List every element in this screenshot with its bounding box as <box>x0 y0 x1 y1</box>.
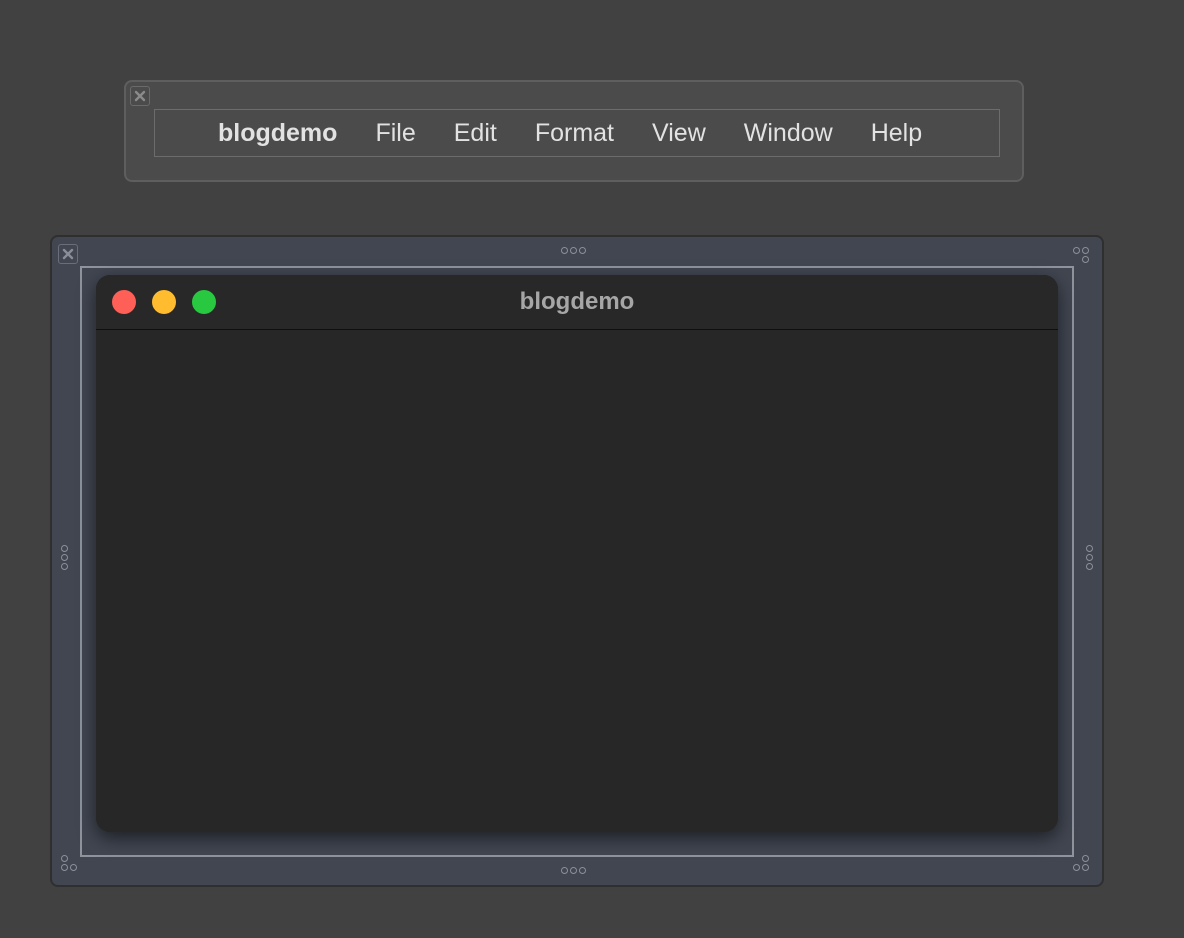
menu-format[interactable]: Format <box>535 120 614 146</box>
menu-help[interactable]: Help <box>871 120 922 146</box>
menu-edit[interactable]: Edit <box>454 120 497 146</box>
menu-object-close-icon[interactable] <box>130 86 150 106</box>
menu-window[interactable]: Window <box>744 120 833 146</box>
menu-bar: blogdemo File Edit Format View Window He… <box>154 109 1000 157</box>
window-content-area <box>96 330 1058 832</box>
window-object-close-icon[interactable] <box>58 244 78 264</box>
menu-app-name[interactable]: blogdemo <box>218 120 337 146</box>
resize-handle-top-right-icon[interactable] <box>1073 247 1093 267</box>
menu-file[interactable]: File <box>375 120 415 146</box>
resize-handle-bottom-left-icon[interactable] <box>61 855 81 875</box>
app-window: blogdemo <box>96 275 1058 832</box>
resize-handle-top-icon[interactable] <box>561 247 586 254</box>
resize-handle-bottom-icon[interactable] <box>561 867 586 874</box>
menu-view[interactable]: View <box>652 120 706 146</box>
resize-handle-right-icon[interactable] <box>1086 545 1093 570</box>
window-title: blogdemo <box>519 288 635 315</box>
menu-bar-object[interactable]: blogdemo File Edit Format View Window He… <box>124 80 1024 182</box>
resize-handle-bottom-right-icon[interactable] <box>1073 855 1093 875</box>
canvas: blogdemo File Edit Format View Window He… <box>0 0 1184 938</box>
window-titlebar[interactable]: blogdemo <box>96 275 1058 330</box>
resize-handle-left-icon[interactable] <box>61 545 68 570</box>
